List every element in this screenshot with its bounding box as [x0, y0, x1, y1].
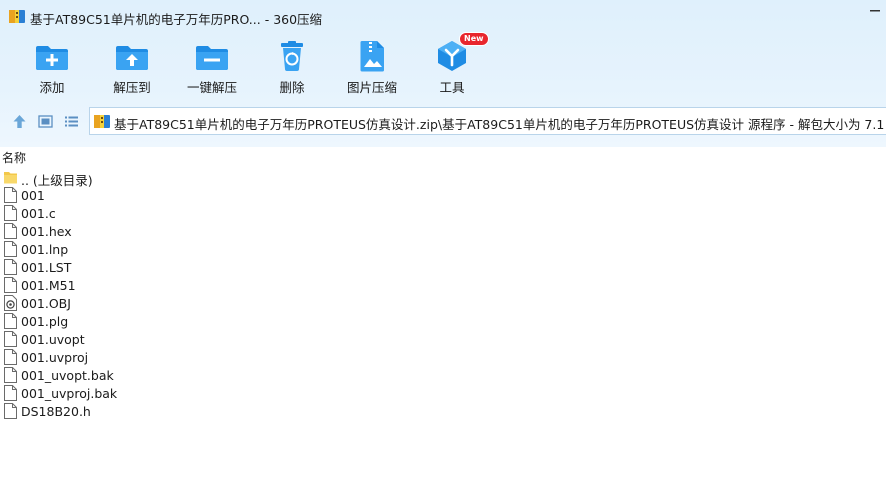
file-icon [4, 313, 17, 329]
list-view-icon[interactable] [64, 114, 79, 129]
file-icon [4, 403, 17, 419]
list-item[interactable]: 001.hex [0, 222, 886, 240]
list-item[interactable]: .. (上级目录) [0, 168, 886, 188]
file-name: DS18B20.h [21, 404, 91, 419]
new-badge: New [459, 32, 489, 46]
list-item[interactable]: 001.plg [0, 312, 886, 330]
file-icon [4, 295, 17, 311]
file-name: 001.lnp [21, 242, 69, 257]
window-title: 基于AT89C51单片机的电子万年历PRO... - 360压缩 [30, 12, 323, 27]
address-bar[interactable]: 基于AT89C51单片机的电子万年历PROTEUS仿真设计.zip\基于AT89… [89, 107, 886, 135]
file-icon [4, 349, 17, 365]
list-item[interactable]: 001.LST [0, 258, 886, 276]
column-header: 名称 [0, 147, 886, 167]
address-path: 基于AT89C51单片机的电子万年历PROTEUS仿真设计.zip\基于AT89… [114, 117, 886, 132]
list-item[interactable]: 001.lnp [0, 240, 886, 258]
file-name: 001.uvopt [21, 332, 85, 347]
one-click-extract-icon [196, 46, 228, 70]
extract-to-icon [116, 46, 148, 70]
delete-button[interactable]: 删除 [257, 36, 327, 98]
file-name: 001.hex [21, 224, 72, 239]
file-name: 001.OBJ [21, 296, 71, 311]
image-compress-icon [360, 41, 384, 72]
file-icon [4, 385, 17, 401]
file-icon [4, 205, 17, 221]
toolbar: 添加 解压到 一键解压 删除 图片压缩 New 工具 [0, 32, 886, 98]
file-icon [4, 187, 17, 203]
file-name: 001.plg [21, 314, 69, 329]
file-icon [4, 259, 17, 275]
list-item[interactable]: 001.OBJ [0, 294, 886, 312]
minimize-icon[interactable] [866, 4, 884, 18]
title-bar: 基于AT89C51单片机的电子万年历PRO... - 360压缩 [0, 0, 886, 32]
file-name: 001_uvopt.bak [21, 368, 114, 383]
file-icon [4, 223, 17, 239]
file-name: 001.M51 [21, 278, 76, 293]
list-item[interactable]: DS18B20.h [0, 402, 886, 420]
delete-label: 删除 [279, 80, 305, 95]
file-icon [4, 331, 17, 347]
archive-file-icon [94, 115, 110, 128]
list-item[interactable]: 001.uvopt [0, 330, 886, 348]
file-name: 001.c [21, 206, 56, 221]
add-button[interactable]: 添加 [17, 36, 87, 98]
one-click-extract-button[interactable]: 一键解压 [177, 36, 247, 98]
file-name: 001.uvproj [21, 350, 89, 365]
file-name: 001 [21, 188, 45, 203]
image-compress-button[interactable]: 图片压缩 [337, 36, 407, 98]
file-name: 001.LST [21, 260, 72, 275]
file-icon [4, 241, 17, 257]
extract-to-label: 解压到 [113, 80, 151, 95]
file-icon [4, 367, 17, 383]
one-click-extract-label: 一键解压 [186, 80, 237, 95]
add-label: 添加 [39, 80, 65, 95]
list-item[interactable]: 001 [0, 186, 886, 204]
list-item[interactable]: 001.uvproj [0, 348, 886, 366]
tools-label: 工具 [439, 80, 465, 95]
list-item[interactable]: 001_uvopt.bak [0, 366, 886, 384]
file-name: 001_uvproj.bak [21, 386, 118, 401]
image-compress-label: 图片压缩 [346, 80, 397, 95]
list-item[interactable]: 001_uvproj.bak [0, 384, 886, 402]
column-name-header[interactable]: 名称 [2, 149, 26, 166]
extract-to-button[interactable]: 解压到 [97, 36, 167, 98]
list-item[interactable]: 001.M51 [0, 276, 886, 294]
thumbnail-view-icon[interactable] [38, 114, 53, 129]
delete-icon [281, 41, 303, 71]
add-icon [36, 46, 68, 70]
up-arrow-icon[interactable] [12, 114, 27, 129]
folder-icon [4, 169, 17, 185]
file-icon [4, 277, 17, 293]
tools-button[interactable]: New 工具 [417, 32, 489, 98]
archive-app-icon [9, 10, 25, 23]
list-item[interactable]: 001.c [0, 204, 886, 222]
